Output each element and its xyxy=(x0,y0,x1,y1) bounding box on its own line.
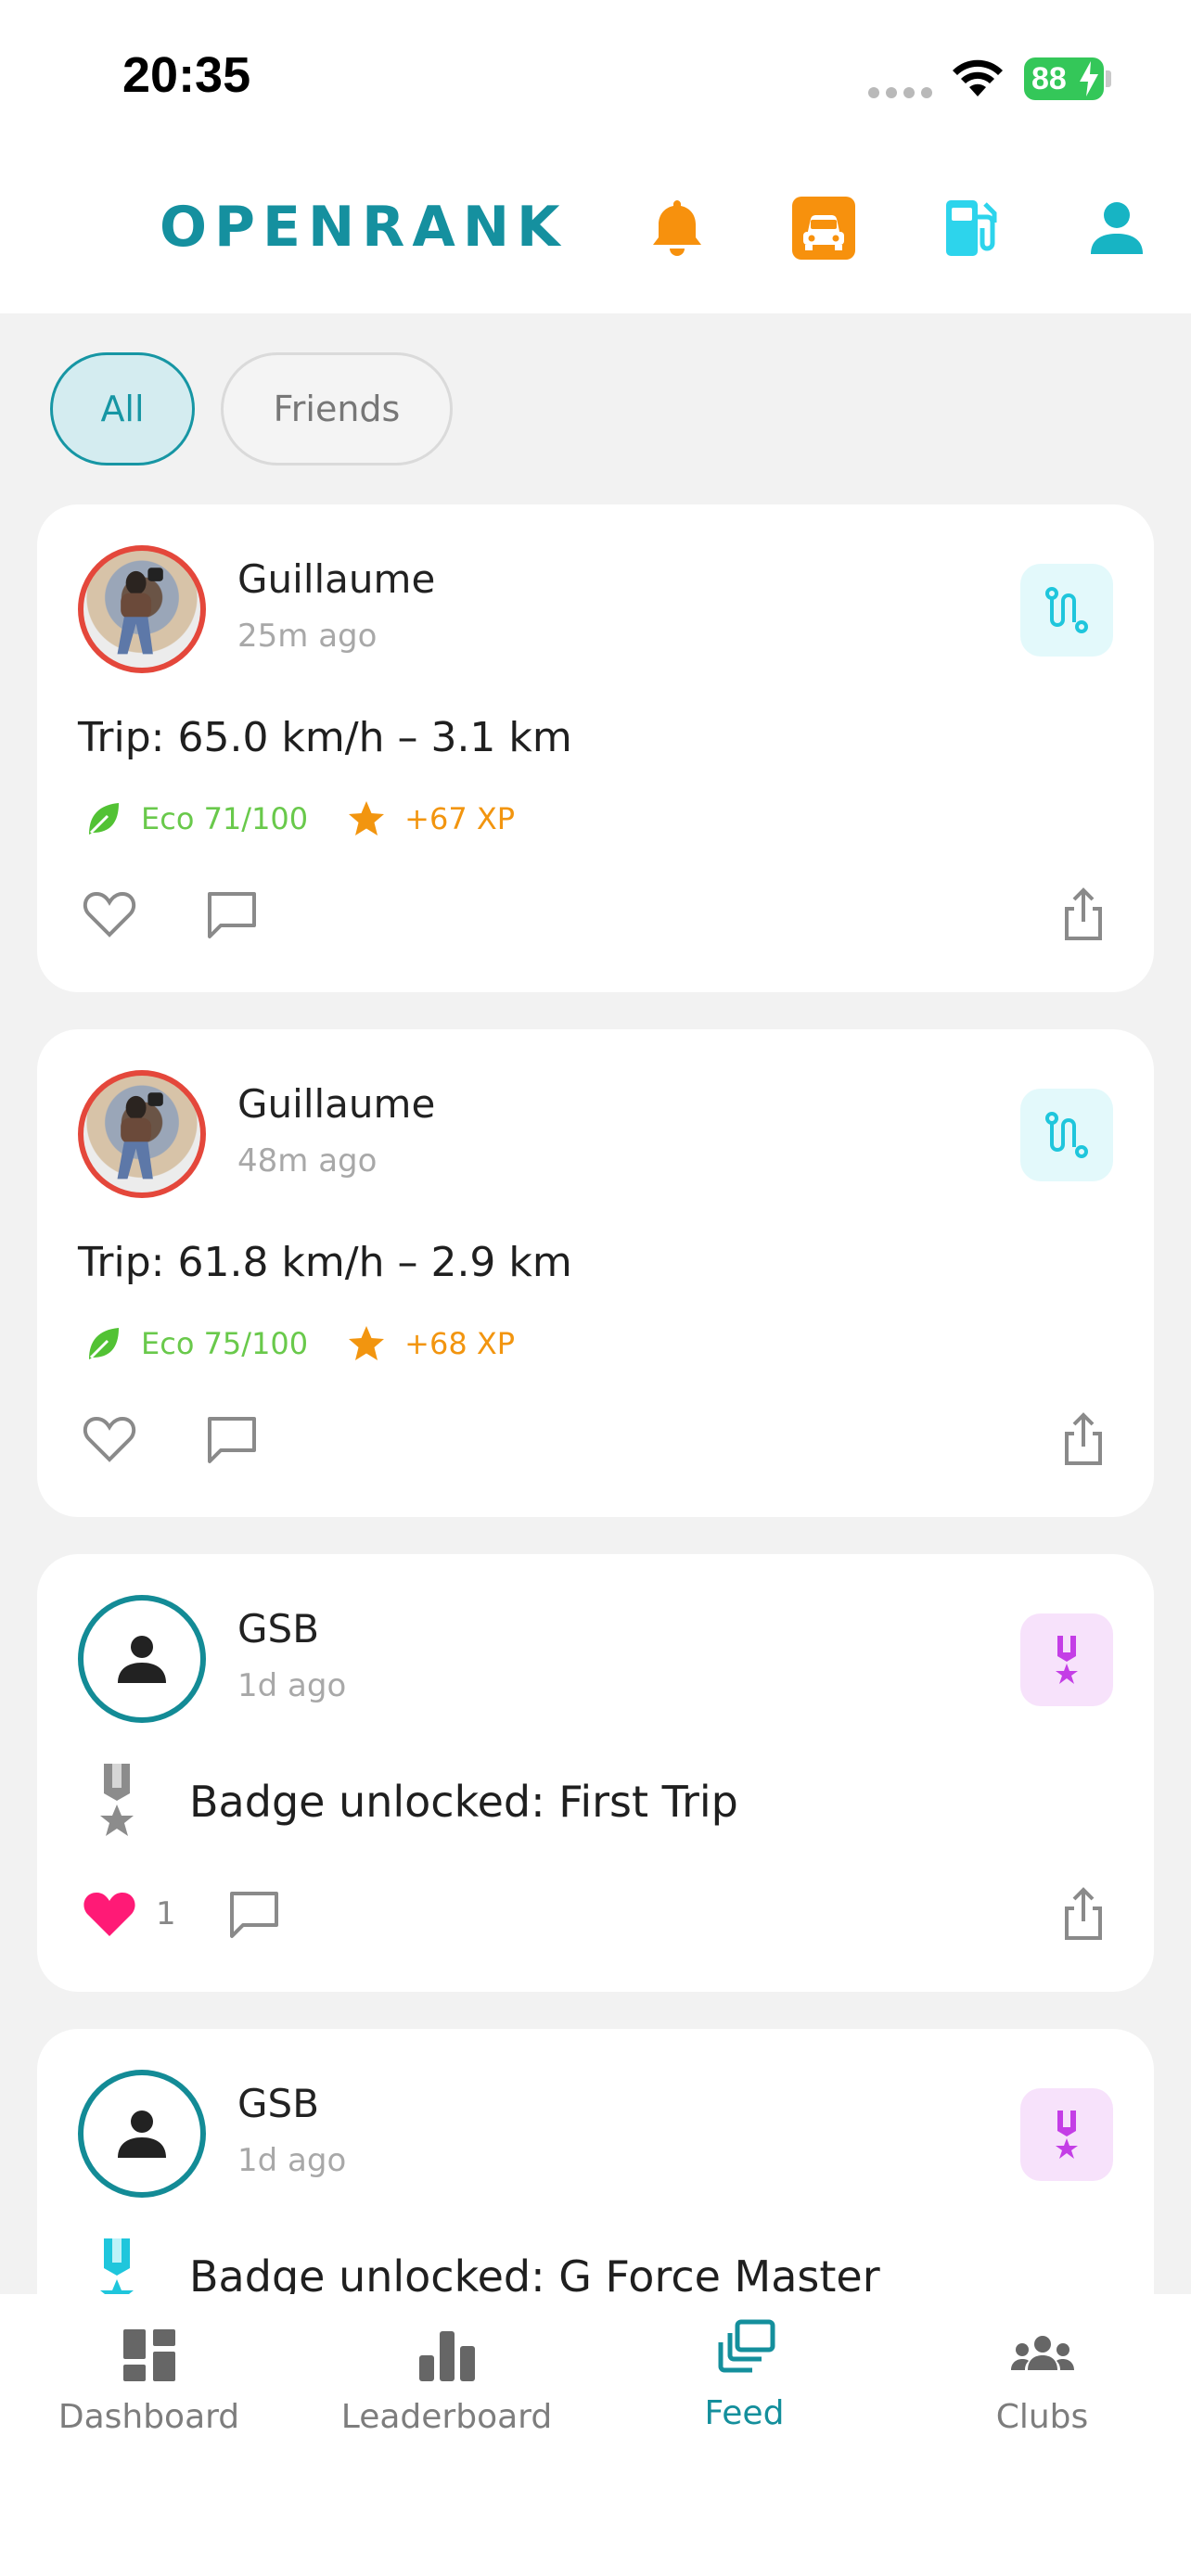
filter-friends-chip[interactable]: Friends xyxy=(221,352,453,465)
cellular-signal-icon xyxy=(868,87,932,98)
avatar[interactable] xyxy=(78,1595,206,1723)
nav-dashboard[interactable]: Dashboard xyxy=(0,2322,298,2436)
nav-label: Dashboard xyxy=(58,2398,240,2436)
person-icon xyxy=(118,2111,166,2158)
fuel-pump-icon[interactable] xyxy=(939,195,1005,261)
trip-stats: Eco 75/100 +68 XP xyxy=(83,1324,515,1363)
like-button[interactable] xyxy=(80,885,139,944)
post-timestamp: 25m ago xyxy=(237,618,378,655)
xp-reward: +67 XP xyxy=(347,799,515,838)
share-icon xyxy=(1065,1412,1102,1465)
eco-score-text: Eco 71/100 xyxy=(141,801,309,836)
star-icon xyxy=(349,1326,385,1360)
star-icon xyxy=(349,801,385,835)
trip-summary: Trip: 65.0 km/h – 3.1 km xyxy=(78,714,572,761)
nav-label: Feed xyxy=(704,2394,785,2432)
medal-icon xyxy=(1020,1613,1113,1706)
card-actions xyxy=(80,883,1113,946)
author-name[interactable]: GSB xyxy=(237,1606,319,1651)
bottom-navigation: Dashboard Leaderboard Feed Clubs xyxy=(0,2294,1191,2576)
feed-card: Guillaume 48m ago Trip: 61.8 km/h – 2.9 … xyxy=(37,1029,1154,1517)
route-icon xyxy=(1020,564,1113,657)
clubs-icon xyxy=(1010,2336,1074,2370)
comment-icon xyxy=(208,892,256,938)
wifi-icon xyxy=(953,59,1003,96)
battery-level: 88 xyxy=(1031,61,1067,96)
medal-icon xyxy=(1020,2088,1113,2181)
nav-label: Clubs xyxy=(995,2398,1089,2436)
trip-stats: Eco 71/100 +67 XP xyxy=(83,799,515,838)
leaf-icon xyxy=(89,803,119,835)
bell-icon[interactable] xyxy=(644,195,711,261)
share-icon xyxy=(1065,1887,1102,1940)
share-button[interactable] xyxy=(1054,1884,1113,1944)
post-timestamp: 1d ago xyxy=(237,1667,347,1704)
route-icon xyxy=(1020,1089,1113,1181)
person-icon xyxy=(118,1636,166,1683)
share-icon xyxy=(1065,887,1102,940)
badge-title: Badge unlocked: First Trip xyxy=(189,1777,738,1827)
feed-card: Guillaume 25m ago Trip: 65.0 km/h – 3.1 … xyxy=(37,504,1154,992)
charging-bolt-icon xyxy=(1080,61,1098,96)
status-time: 20:35 xyxy=(122,47,251,103)
comment-button[interactable] xyxy=(224,1884,284,1944)
feed-icon xyxy=(718,2319,775,2373)
eco-score: Eco 71/100 xyxy=(83,799,308,838)
avatar[interactable] xyxy=(78,2070,206,2198)
heart-icon xyxy=(83,1416,136,1462)
nav-leaderboard[interactable]: Leaderboard xyxy=(298,2322,596,2436)
author-name[interactable]: GSB xyxy=(237,2081,319,2126)
profile-icon[interactable] xyxy=(1083,195,1150,261)
comment-button[interactable] xyxy=(202,885,262,944)
xp-reward: +68 XP xyxy=(347,1324,515,1363)
car-icon[interactable] xyxy=(790,195,857,261)
dashboard-icon xyxy=(122,2329,175,2381)
app-logo: OPENRANK xyxy=(160,195,568,260)
heart-filled-icon xyxy=(83,1893,135,1936)
avatar[interactable] xyxy=(78,1070,206,1198)
comment-icon xyxy=(229,1892,278,1938)
battery-cap xyxy=(1106,70,1111,87)
nav-feed[interactable]: Feed xyxy=(596,2318,893,2432)
author-name[interactable]: Guillaume xyxy=(237,556,435,602)
comment-button[interactable] xyxy=(202,1409,262,1469)
heart-icon xyxy=(83,891,136,937)
trip-summary: Trip: 61.8 km/h – 2.9 km xyxy=(78,1239,572,1286)
eco-score-text: Eco 75/100 xyxy=(141,1326,309,1361)
eco-score: Eco 75/100 xyxy=(83,1324,308,1363)
post-timestamp: 1d ago xyxy=(237,2142,347,2179)
avatar[interactable] xyxy=(78,545,206,673)
author-name[interactable]: Guillaume xyxy=(237,1081,435,1127)
status-bar: 20:35 88 xyxy=(0,0,1191,148)
app-header: OPENRANK xyxy=(0,148,1191,313)
leaderboard-icon xyxy=(418,2331,475,2381)
xp-text: +67 XP xyxy=(404,801,516,836)
like-count: 1 xyxy=(156,1895,176,1932)
like-button[interactable] xyxy=(80,1409,139,1469)
feed-card: GSB 1d ago Badge unlocked: First Trip 1 xyxy=(37,1554,1154,1992)
nav-clubs[interactable]: Clubs xyxy=(893,2322,1191,2436)
post-timestamp: 48m ago xyxy=(237,1142,378,1180)
like-button[interactable]: 1 xyxy=(80,1884,176,1944)
share-button[interactable] xyxy=(1054,885,1113,944)
filter-all-chip[interactable]: All xyxy=(50,352,195,465)
share-button[interactable] xyxy=(1054,1409,1113,1469)
comment-icon xyxy=(208,1417,256,1463)
card-actions xyxy=(80,1408,1113,1471)
leaf-icon xyxy=(89,1328,119,1359)
silver-medal-icon xyxy=(100,1764,134,1836)
card-actions: 1 xyxy=(80,1882,1113,1945)
xp-text: +68 XP xyxy=(404,1326,516,1361)
badge-announcement: Badge unlocked: First Trip xyxy=(78,1764,738,1840)
nav-label: Leaderboard xyxy=(340,2398,553,2436)
